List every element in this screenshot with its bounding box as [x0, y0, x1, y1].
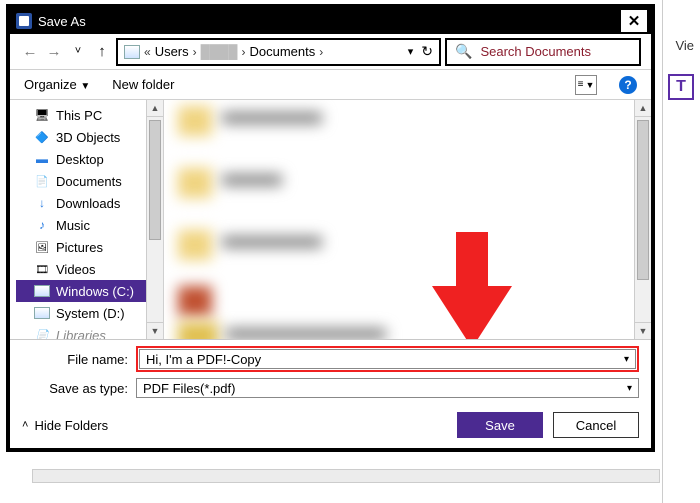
forward-button[interactable]: →: [44, 42, 64, 62]
scroll-down-icon[interactable]: ▼: [635, 322, 651, 339]
organize-menu[interactable]: Organize ▼: [24, 77, 90, 92]
save-button[interactable]: Save: [457, 412, 543, 438]
filename-input[interactable]: Hi, I'm a PDF!-Copy ▾: [139, 349, 636, 369]
scroll-up-icon[interactable]: ▲: [147, 100, 163, 117]
callout-arrow-icon: [432, 232, 512, 339]
filename-label: File name:: [22, 352, 136, 367]
libraries-icon: [34, 328, 50, 339]
search-placeholder: Search Documents: [480, 44, 591, 59]
filetype-label: Save as type:: [22, 381, 136, 396]
app-icon: [16, 13, 32, 29]
save-as-dialog: Save As ✕ ← → ˅ ↑ « Users › ████ › Docum…: [6, 4, 655, 452]
tree-item-this-pc[interactable]: This PC: [16, 104, 146, 126]
path-seg-hidden: ████: [201, 44, 238, 59]
download-icon: [34, 196, 50, 210]
form-panel: File name: Hi, I'm a PDF!-Copy ▾ Save as…: [10, 339, 651, 448]
search-icon: 🔍: [455, 43, 472, 60]
tree-item-pictures[interactable]: Pictures: [16, 236, 146, 258]
music-icon: [34, 218, 50, 232]
chevron-down-icon[interactable]: ▾: [624, 354, 629, 365]
chevron-icon: «: [144, 45, 151, 59]
scroll-thumb[interactable]: [149, 120, 161, 240]
tree-item-videos[interactable]: Videos: [16, 258, 146, 280]
pictures-icon: [34, 240, 50, 254]
tree-item-downloads[interactable]: Downloads: [16, 192, 146, 214]
background-scrollbar: [32, 469, 660, 483]
scroll-up-icon[interactable]: ▲: [635, 100, 651, 117]
close-button[interactable]: ✕: [621, 10, 647, 32]
tree-item-libraries[interactable]: Libraries: [16, 324, 146, 339]
tree-item-documents[interactable]: Documents: [16, 170, 146, 192]
chevron-right-icon: ›: [193, 45, 197, 59]
tree-item-music[interactable]: Music: [16, 214, 146, 236]
tree-scrollbar[interactable]: ▲ ▼: [146, 100, 163, 339]
tree-item-3d-objects[interactable]: 3D Objects: [16, 126, 146, 148]
path-dropdown-icon[interactable]: ▾: [408, 45, 414, 58]
help-button[interactable]: ?: [619, 76, 637, 94]
path-seg-documents[interactable]: Documents: [249, 44, 315, 59]
filetype-select[interactable]: PDF Files(*.pdf) ▾: [136, 378, 639, 398]
background-ribbon: Vie T: [662, 0, 700, 503]
nav-row: ← → ˅ ↑ « Users › ████ › Documents › ▾ ↻…: [10, 34, 651, 70]
tree-item-windows-c[interactable]: Windows (C:): [16, 280, 146, 302]
folder-tree-panel: This PC 3D Objects Desktop Documents Dow…: [10, 100, 164, 339]
path-seg-users[interactable]: Users: [155, 44, 189, 59]
document-icon: [34, 174, 50, 188]
cube-icon: [34, 130, 50, 144]
recent-dropdown[interactable]: ˅: [68, 42, 88, 62]
search-input[interactable]: 🔍 Search Documents: [445, 38, 641, 66]
toolbar: Organize ▼ New folder ≡▼ ?: [10, 70, 651, 100]
filename-highlight: Hi, I'm a PDF!-Copy ▾: [136, 346, 639, 372]
textbox-tool-icon: T: [668, 74, 694, 100]
file-list-blurred: [164, 100, 634, 339]
file-list-panel: ▲ ▼: [164, 100, 651, 339]
chevron-down-icon[interactable]: ▾: [627, 383, 632, 394]
scroll-thumb[interactable]: [637, 120, 649, 280]
view-options-button[interactable]: ≡▼: [575, 75, 597, 95]
drive-icon: [34, 285, 50, 297]
chevron-up-icon: ˄: [22, 419, 28, 431]
hide-folders-toggle[interactable]: ˄ Hide Folders: [22, 418, 108, 433]
drive-icon: [34, 307, 50, 319]
cancel-button[interactable]: Cancel: [553, 412, 639, 438]
breadcrumb-path[interactable]: « Users › ████ › Documents › ▾ ↻: [116, 38, 441, 66]
back-button[interactable]: ←: [20, 42, 40, 62]
up-button[interactable]: ↑: [92, 42, 112, 62]
scroll-down-icon[interactable]: ▼: [147, 322, 163, 339]
tree-item-desktop[interactable]: Desktop: [16, 148, 146, 170]
refresh-icon[interactable]: ↻: [421, 43, 433, 60]
chevron-right-icon: ›: [241, 45, 245, 59]
view-tab-partial: Vie: [675, 38, 694, 53]
drive-icon: [124, 45, 140, 59]
titlebar: Save As ✕: [10, 8, 651, 34]
pc-icon: [34, 108, 50, 122]
tree-item-system-d[interactable]: System (D:): [16, 302, 146, 324]
folder-tree: This PC 3D Objects Desktop Documents Dow…: [10, 100, 146, 339]
desktop-icon: [34, 152, 50, 166]
videos-icon: [34, 262, 50, 276]
new-folder-button[interactable]: New folder: [112, 77, 174, 92]
chevron-right-icon: ›: [319, 45, 323, 59]
content-scrollbar[interactable]: ▲ ▼: [634, 100, 651, 339]
window-title: Save As: [38, 14, 621, 29]
